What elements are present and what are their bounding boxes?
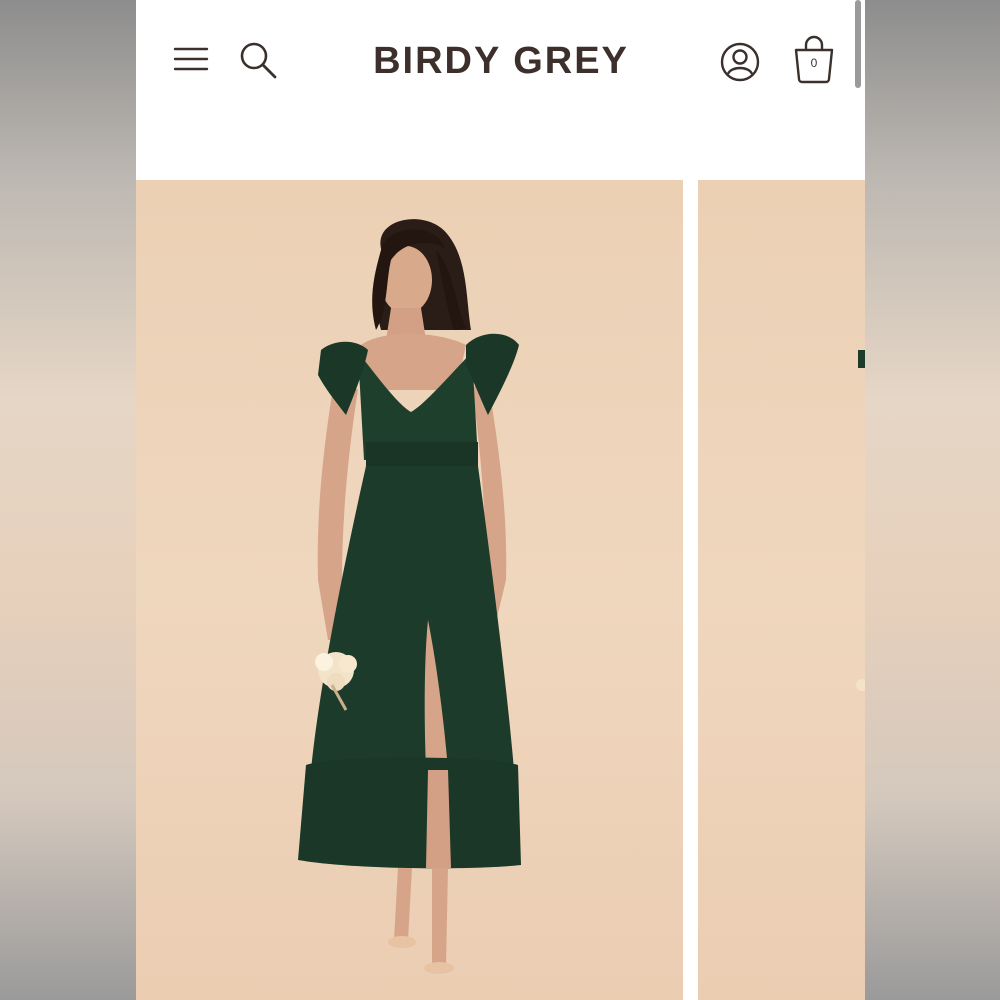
menu-button[interactable] <box>170 38 212 80</box>
product-image-main[interactable] <box>136 180 683 1000</box>
phone-screen: BIRDY GREY 0 <box>136 0 865 1000</box>
site-header: BIRDY GREY 0 <box>136 0 865 180</box>
right-blurred-border <box>865 0 1000 1000</box>
scrollbar[interactable] <box>855 0 861 88</box>
cart-button[interactable]: 0 <box>791 34 837 84</box>
account-icon <box>720 42 760 82</box>
search-icon <box>240 42 277 79</box>
search-button[interactable] <box>236 38 280 82</box>
account-button[interactable] <box>718 40 762 84</box>
cart-count: 0 <box>810 56 818 70</box>
product-image-next[interactable] <box>698 180 865 1000</box>
left-blurred-border <box>0 0 136 1000</box>
brand-logo[interactable]: BIRDY GREY <box>336 38 666 84</box>
product-image-gallery[interactable] <box>136 180 865 1000</box>
model-photo <box>298 219 521 974</box>
hamburger-menu-icon <box>173 47 209 71</box>
partial-next-photo <box>856 350 865 691</box>
